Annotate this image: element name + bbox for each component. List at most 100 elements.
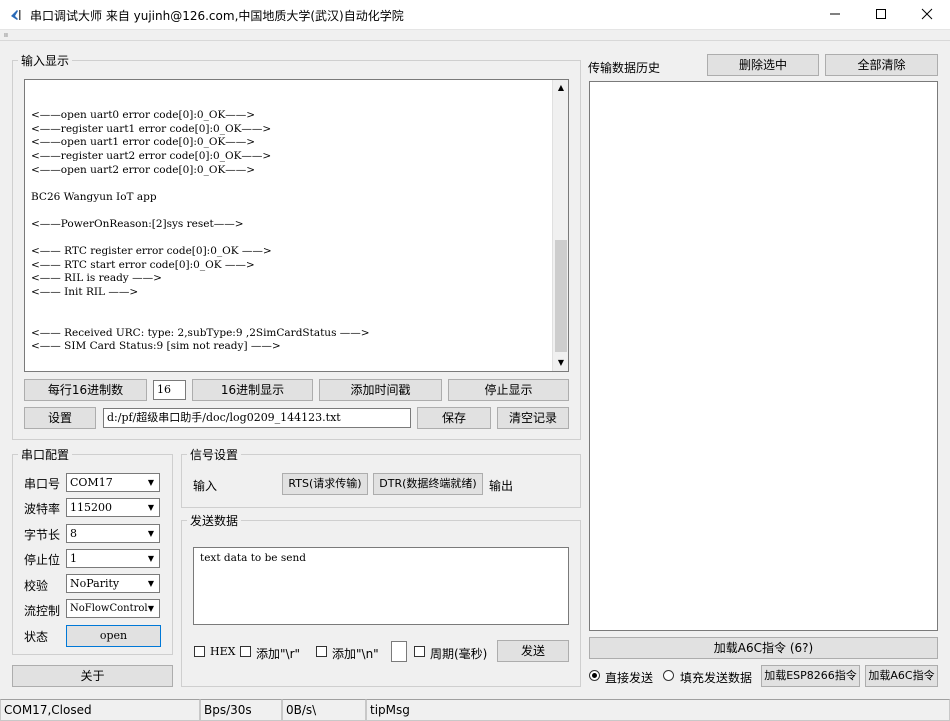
receive-log-content: <——open uart0 error code[0]:0_OK——> <——re… bbox=[31, 82, 551, 354]
hex-checkbox[interactable] bbox=[194, 646, 205, 657]
add-r-label: 添加"\r" bbox=[256, 647, 301, 661]
status-tip: tipMsg bbox=[366, 699, 950, 721]
baud-select[interactable]: 115200 ▼ bbox=[66, 498, 160, 517]
add-n-label: 添加"\n" bbox=[332, 647, 379, 661]
clear-log-button[interactable]: 清空记录 bbox=[497, 407, 569, 429]
add-r-checkbox[interactable] bbox=[240, 646, 251, 657]
close-icon bbox=[921, 8, 933, 20]
receive-log-area[interactable]: <——open uart0 error code[0]:0_OK——> <——re… bbox=[24, 79, 569, 372]
minimize-button[interactable] bbox=[812, 0, 858, 30]
period-checkbox[interactable] bbox=[414, 646, 425, 657]
send-button[interactable]: 发送 bbox=[497, 640, 569, 662]
send-legend: 发送数据 bbox=[190, 514, 239, 528]
databits-label: 字节长 bbox=[24, 528, 61, 542]
port-value: COM17 bbox=[70, 476, 113, 489]
period-input[interactable] bbox=[391, 641, 407, 662]
load-a6c-wide-button[interactable]: 加载A6C指令 (6?) bbox=[589, 637, 938, 659]
log-path-input[interactable]: d:/pf/超级串口助手/doc/log0209_144123.txt bbox=[103, 408, 411, 428]
scroll-up-icon[interactable]: ▲ bbox=[553, 80, 568, 96]
clear-all-button[interactable]: 全部清除 bbox=[825, 54, 938, 76]
signal-input-label: 输入 bbox=[193, 479, 218, 493]
settings-button[interactable]: 设置 bbox=[24, 407, 96, 429]
chevron-down-icon[interactable]: ▼ bbox=[143, 474, 159, 491]
baud-value: 115200 bbox=[70, 501, 112, 514]
chevron-down-icon[interactable]: ▼ bbox=[143, 550, 159, 567]
toolbar-strip: ıı bbox=[0, 31, 950, 41]
status-port: COM17,Closed bbox=[0, 699, 200, 721]
serial-config-legend: 串口配置 bbox=[21, 448, 70, 462]
parity-select[interactable]: NoParity ▼ bbox=[66, 574, 160, 593]
direct-send-label: 直接发送 bbox=[605, 671, 654, 685]
parity-value: NoParity bbox=[70, 577, 120, 590]
log-scrollbar[interactable]: ▲ ▼ bbox=[552, 80, 568, 371]
save-button[interactable]: 保存 bbox=[417, 407, 491, 429]
dtr-button[interactable]: DTR(数据终端就绪) bbox=[373, 473, 483, 495]
rts-button[interactable]: RTS(请求传输) bbox=[282, 473, 368, 495]
load-esp8266-button[interactable]: 加载ESP8266指令 bbox=[761, 665, 860, 687]
stopbits-label: 停止位 bbox=[24, 553, 61, 567]
maximize-button[interactable] bbox=[858, 0, 904, 30]
parity-label: 校验 bbox=[24, 579, 49, 593]
about-button[interactable]: 关于 bbox=[12, 665, 173, 687]
state-label: 状态 bbox=[24, 630, 49, 644]
status-rate: 0B/s\ bbox=[282, 699, 366, 721]
chevron-down-icon[interactable]: ▼ bbox=[143, 575, 159, 592]
history-title: 传输数据历史 bbox=[588, 61, 661, 75]
port-label: 串口号 bbox=[24, 477, 61, 491]
fill-send-label: 填充发送数据 bbox=[680, 671, 753, 685]
hex-per-line-input[interactable]: 16 bbox=[153, 380, 186, 400]
stop-display-button[interactable]: 停止显示 bbox=[448, 379, 569, 401]
flow-label: 流控制 bbox=[24, 604, 61, 618]
flow-select[interactable]: NoFlowControl ▼ bbox=[66, 599, 160, 618]
add-n-checkbox[interactable] bbox=[316, 646, 327, 657]
fill-send-radio[interactable] bbox=[663, 670, 674, 681]
chevron-down-icon[interactable]: ▼ bbox=[143, 525, 159, 542]
port-select[interactable]: COM17 ▼ bbox=[66, 473, 160, 492]
period-label: 周期(毫秒) bbox=[430, 647, 488, 661]
maximize-icon bbox=[876, 9, 886, 19]
log-line: <——open uart0 error code[0]:0_OK——> bbox=[31, 109, 256, 122]
input-display-legend: 输入显示 bbox=[21, 54, 70, 68]
log-line: <——open uart2 error code[0]:0_OK——> bbox=[31, 163, 256, 176]
title-bar: 串口调试大师 来自 yujinh@126.com,中国地质大学(武汉)自动化学院 bbox=[0, 0, 950, 30]
close-button[interactable] bbox=[904, 0, 950, 30]
add-timestamp-button[interactable]: 添加时间戳 bbox=[319, 379, 442, 401]
hex-display-button[interactable]: 16进制显示 bbox=[192, 379, 313, 401]
stopbits-value: 1 bbox=[70, 552, 77, 565]
scroll-thumb[interactable] bbox=[555, 240, 567, 352]
log-line: <——register uart1 error code[0]:0_OK——> bbox=[31, 122, 272, 135]
log-line: <—— RTC start error code[0]:0_OK ——> bbox=[31, 258, 255, 271]
hex-per-line-button[interactable]: 每行16进制数 bbox=[24, 379, 147, 401]
history-list[interactable] bbox=[589, 81, 938, 631]
log-line: <—— RIL is ready ——> bbox=[31, 272, 162, 285]
log-line: <—— SIM Card Status:9 [sim not ready] ——… bbox=[31, 340, 281, 353]
baud-label: 波特率 bbox=[24, 502, 61, 516]
log-line: BC26 Wangyun IoT app bbox=[31, 190, 157, 203]
databits-select[interactable]: 8 ▼ bbox=[66, 524, 160, 543]
direct-send-radio[interactable] bbox=[589, 670, 600, 681]
send-text: text data to be send bbox=[200, 552, 306, 564]
scroll-down-icon[interactable]: ▼ bbox=[553, 355, 568, 371]
hex-checkbox-label: HEX bbox=[210, 645, 236, 658]
log-line: <—— Init RIL ——> bbox=[31, 285, 139, 298]
status-bps: Bps/30s bbox=[200, 699, 282, 721]
databits-value: 8 bbox=[70, 527, 77, 540]
log-line: <——open uart1 error code[0]:0_OK——> bbox=[31, 136, 256, 149]
app-icon bbox=[8, 7, 24, 23]
minimize-icon bbox=[830, 13, 840, 15]
delete-selected-button[interactable]: 删除选中 bbox=[707, 54, 819, 76]
log-line: <—— Received URC: type: 2,subType:9 ,2Si… bbox=[31, 326, 370, 339]
chevron-down-icon[interactable]: ▼ bbox=[143, 499, 159, 516]
chevron-down-icon[interactable]: ▼ bbox=[143, 600, 159, 617]
send-text-area[interactable]: text data to be send bbox=[193, 547, 569, 625]
stopbits-select[interactable]: 1 ▼ bbox=[66, 549, 160, 568]
load-a6c-button[interactable]: 加载A6C指令 bbox=[865, 665, 938, 687]
open-port-button[interactable]: open bbox=[66, 625, 161, 647]
toolbar-grip: ıı bbox=[4, 31, 8, 39]
